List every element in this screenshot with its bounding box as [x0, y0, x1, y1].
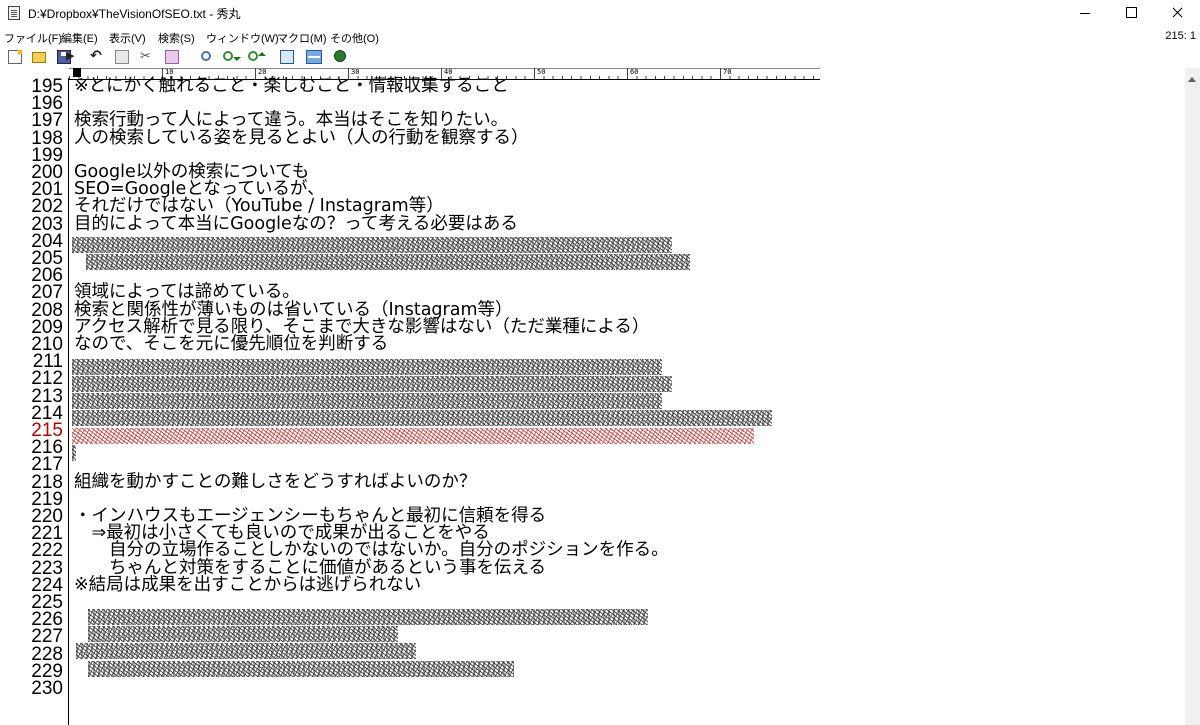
gutter-divider: [68, 78, 69, 725]
document-icon[interactable]: [8, 6, 20, 20]
ruler-mark: 60: [627, 68, 638, 76]
paste-icon[interactable]: [165, 50, 179, 64]
line-number: 222: [31, 540, 63, 562]
redacted-text: [88, 626, 398, 642]
caret-mark: [72, 445, 76, 461]
ruler-mark: 50: [534, 68, 545, 76]
menu-file[interactable]: ファイル(F): [4, 30, 62, 46]
text-line: 検索行動って人によって違う。本当はそこを知りたい。: [74, 110, 509, 131]
title-bar: D:¥Dropbox¥TheVisionOfSEO.txt - 秀丸: [0, 0, 1200, 26]
redacted-text: [72, 376, 672, 392]
save-as-icon[interactable]: ▶: [66, 49, 74, 63]
text-line: それだけではない（YouTube / Instagram等）: [74, 196, 444, 217]
text-line: 自分の立場作ることしかないのではないか。自分のポジションを作る。: [74, 540, 669, 561]
redacted-text: [72, 393, 662, 409]
minimize-button[interactable]: [1062, 0, 1108, 26]
close-button[interactable]: [1154, 0, 1200, 26]
menu-window[interactable]: ウィンドウ(W): [206, 30, 279, 46]
text-line: ※結局は成果を出すことからは逃げられない: [74, 574, 422, 595]
ruler-mark: 40: [441, 68, 452, 76]
redacted-text: [72, 237, 672, 253]
scroll-up-arrow-icon[interactable]: [1188, 73, 1196, 82]
new-file-icon[interactable]: [8, 50, 22, 64]
menu-other[interactable]: その他(O): [330, 30, 379, 46]
redacted-text: [76, 643, 416, 659]
copy-icon[interactable]: [115, 50, 129, 64]
vertical-scrollbar[interactable]: [1185, 68, 1200, 725]
menu-search[interactable]: 検索(S): [158, 30, 195, 46]
ruler-mark: 10: [162, 68, 173, 76]
toolbar: ▶ ↶ ✂: [0, 48, 1200, 68]
text-line: なので、そこを元に優先順位を判断する: [74, 334, 389, 354]
redacted-text: [86, 254, 690, 270]
cut-icon[interactable]: ✂: [140, 50, 154, 64]
line-number: 230: [31, 678, 63, 699]
line-number: 197: [31, 110, 63, 132]
window-title: D:¥Dropbox¥TheVisionOfSEO.txt - 秀丸: [28, 7, 241, 21]
line-number: 227: [31, 626, 63, 648]
redacted-text: [72, 359, 662, 375]
redacted-text: [88, 661, 514, 677]
text-line: 目的によって本当にGoogleなの？って考える必要はある: [74, 213, 518, 234]
find-previous-icon[interactable]: [248, 51, 266, 61]
globe-icon[interactable]: [334, 50, 346, 62]
line-number: 217: [31, 454, 63, 476]
menu-bar: ファイル(F) 編集(E) 表示(V) 検索(S) ウィンドウ(W) マクロ(M…: [0, 27, 1200, 47]
text-line: 領域によっては諦めている。: [74, 282, 300, 303]
menu-macro[interactable]: マクロ(M): [277, 30, 327, 46]
text-line: 組織を動かすことの難しさをどうすればよいのか？: [74, 471, 477, 492]
line-number-gutter: 195 196 197 198 199 200 201 202 203 204 205 206 207 2…: [0, 77, 63, 725]
undo-icon[interactable]: ↶: [90, 49, 104, 63]
open-folder-icon[interactable]: [32, 52, 46, 63]
redacted-text: [88, 609, 648, 625]
maximize-button[interactable]: [1108, 0, 1154, 26]
cursor-position: 215: 1: [1165, 30, 1196, 42]
line-number: 207: [31, 282, 63, 304]
find-next-icon[interactable]: [223, 51, 241, 61]
redacted-text: [72, 410, 772, 426]
ruler-mark: 20: [255, 68, 266, 76]
ruler-mark: 30: [348, 68, 359, 76]
line-number: 212: [31, 368, 63, 390]
search-icon[interactable]: [201, 51, 211, 61]
text-line: 人の検索している姿を見るとよい（人の行動を観察する）: [74, 127, 529, 148]
menu-view[interactable]: 表示(V): [109, 30, 146, 46]
menu-edit[interactable]: 編集(E): [61, 30, 98, 46]
jump-icon[interactable]: [280, 50, 294, 64]
ruler-mark: 70: [720, 68, 731, 76]
window-icon[interactable]: [306, 50, 322, 64]
text-line: ※とにかく触れること・楽しむこと・情報収集すること: [74, 76, 509, 96]
line-number: 202: [31, 196, 63, 218]
redacted-text-current-line: [72, 428, 754, 444]
